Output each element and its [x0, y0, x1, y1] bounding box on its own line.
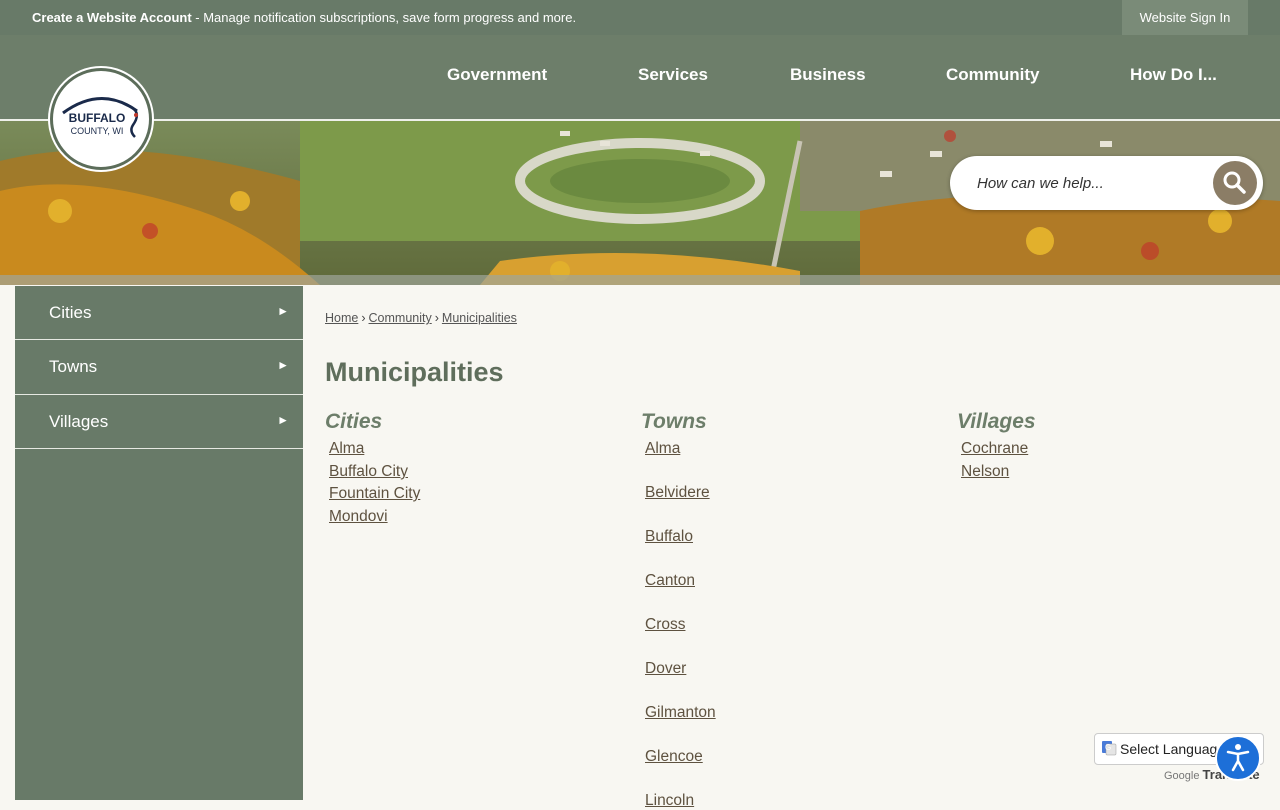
sidebar-item-cities[interactable]: Cities ►: [15, 286, 303, 340]
search-icon: [1223, 171, 1246, 194]
sidebar-item-towns[interactable]: Towns ►: [15, 340, 303, 395]
main-nav: Government Services Business Community H…: [0, 35, 1280, 121]
town-link[interactable]: Alma: [645, 440, 680, 458]
town-link[interactable]: Cross: [645, 616, 685, 634]
expand-arrow-icon[interactable]: ►: [277, 304, 289, 318]
breadcrumb-home[interactable]: Home: [325, 311, 358, 325]
village-link[interactable]: Nelson: [961, 463, 1009, 481]
town-link[interactable]: Belvidere: [645, 484, 710, 502]
logo-text-line2: COUNTY, WI: [71, 126, 124, 136]
svg-text:G: G: [1105, 743, 1111, 752]
city-link[interactable]: Buffalo City: [329, 463, 408, 481]
breadcrumb-separator: ›: [361, 311, 366, 325]
logo-emblem: BUFFALO COUNTY, WI: [62, 97, 139, 138]
town-link[interactable]: Glencoe: [645, 748, 703, 766]
search-input[interactable]: [977, 170, 1197, 196]
create-account-link[interactable]: Create a Website Account - Manage notifi…: [32, 10, 576, 25]
sidebar-item-label: Cities: [49, 303, 92, 322]
page-title: Municipalities: [325, 357, 504, 387]
nav-how-do-i[interactable]: How Do I...: [1130, 65, 1217, 85]
google-wordmark: Google: [1164, 770, 1200, 782]
search-button[interactable]: [1213, 161, 1257, 205]
villages-column: Villages Cochrane Nelson: [957, 410, 1036, 480]
expand-arrow-icon[interactable]: ►: [277, 413, 289, 427]
breadcrumb-community[interactable]: Community: [369, 311, 432, 325]
top-bar: Create a Website Account - Manage notifi…: [0, 0, 1280, 35]
towns-column: Towns Alma Belvidere Buffalo Canton Cros…: [641, 410, 716, 809]
town-link[interactable]: Buffalo: [645, 528, 693, 546]
nav-services[interactable]: Services: [638, 65, 708, 85]
town-link[interactable]: Canton: [645, 572, 695, 590]
website-sign-in-button[interactable]: Website Sign In: [1122, 0, 1248, 35]
nav-government[interactable]: Government: [447, 65, 547, 85]
breadcrumb-municipalities[interactable]: Municipalities: [442, 311, 517, 325]
town-link[interactable]: Gilmanton: [645, 704, 716, 722]
google-translate-icon: G: [1102, 741, 1117, 756]
sidebar-nav: Cities ► Towns ► Villages ►: [15, 286, 303, 800]
sidebar-item-label: Towns: [49, 357, 98, 376]
create-account-title[interactable]: Create a Website Account: [32, 10, 192, 25]
breadcrumb-separator: ›: [434, 311, 439, 325]
nav-community[interactable]: Community: [946, 65, 1040, 85]
accessibility-button[interactable]: [1215, 735, 1261, 781]
sidebar-item-label: Villages: [49, 412, 109, 431]
logo-text-line1: BUFFALO: [69, 111, 126, 125]
county-logo[interactable]: BUFFALO COUNTY, WI: [50, 68, 152, 170]
city-link[interactable]: Fountain City: [329, 485, 420, 503]
town-link[interactable]: Lincoln: [645, 792, 694, 810]
create-account-description: - Manage notification subscriptions, sav…: [191, 10, 577, 25]
village-link[interactable]: Cochrane: [961, 440, 1028, 458]
city-link[interactable]: Mondovi: [329, 508, 388, 526]
cities-column: Cities Alma Buffalo City Fountain City M…: [325, 410, 420, 525]
city-link[interactable]: Alma: [329, 440, 364, 458]
cities-heading: Cities: [325, 410, 383, 433]
expand-arrow-icon[interactable]: ►: [277, 358, 289, 372]
sidebar-item-villages[interactable]: Villages ►: [15, 395, 303, 449]
towns-heading: Towns: [641, 410, 707, 433]
town-link[interactable]: Dover: [645, 660, 686, 678]
villages-heading: Villages: [957, 410, 1036, 433]
nav-business[interactable]: Business: [790, 65, 866, 85]
site-search: [950, 156, 1263, 210]
breadcrumb: Home › Community › Municipalities: [325, 311, 517, 325]
accessibility-icon: [1226, 744, 1250, 772]
language-select-label: Select Language: [1120, 741, 1226, 757]
